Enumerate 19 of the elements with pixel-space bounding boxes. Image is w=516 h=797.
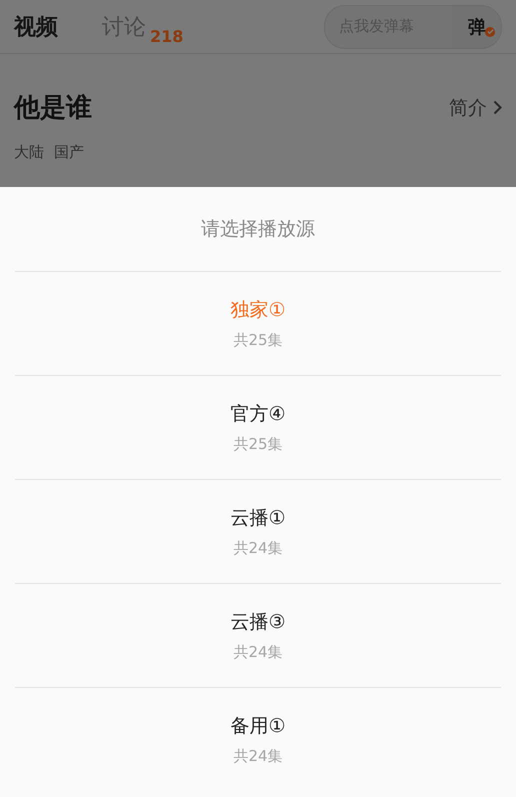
source-option[interactable]: 云播①	[230, 505, 286, 531]
show-title: 他是谁	[14, 92, 92, 125]
episode-count: 共24集	[233, 539, 283, 558]
chevron-icon	[493, 100, 502, 115]
tag: 国产	[54, 143, 84, 162]
check-icon	[485, 26, 495, 36]
source-option[interactable]: 官方④	[230, 401, 286, 427]
episode-count: 共25集	[233, 435, 283, 454]
intro-link[interactable]: 简介	[449, 94, 502, 120]
tab[interactable]: 视频	[14, 12, 58, 42]
episode-count: 共24集	[233, 747, 283, 766]
source-option[interactable]: 独家①	[230, 297, 286, 323]
tag: 大陆	[14, 143, 44, 162]
episode-count: 共25集	[233, 331, 283, 350]
source-option[interactable]: 云播③	[230, 609, 286, 635]
sheet-title: 请选择播放源	[15, 187, 501, 272]
comment-count: 218	[150, 26, 184, 46]
source-option[interactable]: 备用①	[230, 713, 286, 739]
episode-count: 共24集	[233, 643, 283, 662]
